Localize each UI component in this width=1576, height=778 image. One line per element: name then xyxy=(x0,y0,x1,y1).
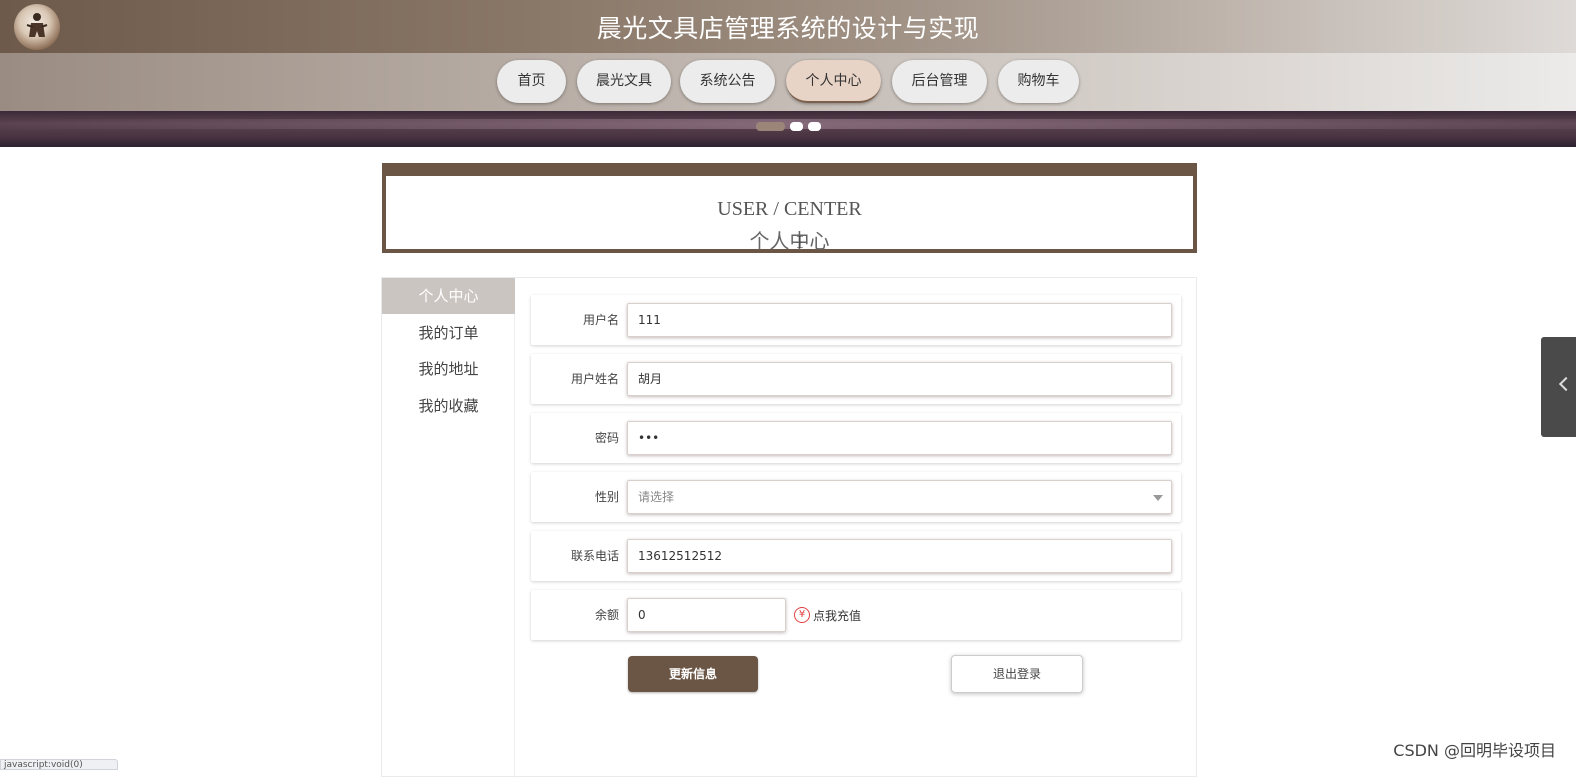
form-row-username: 用户名 111 xyxy=(531,295,1181,345)
carousel-dot-2[interactable] xyxy=(790,122,803,131)
section-title-box: USER / CENTER 个人中心 xyxy=(382,163,1197,253)
carousel-dot-3[interactable] xyxy=(808,122,821,131)
banner-carousel xyxy=(0,111,1576,147)
logout-button[interactable]: 退出登录 xyxy=(951,655,1083,693)
nav-item-products[interactable]: 晨光文具 xyxy=(577,60,671,103)
main-nav: 首页 晨光文具 系统公告 个人中心 后台管理 购物车 xyxy=(0,53,1576,111)
carousel-dot-1[interactable] xyxy=(756,122,785,131)
side-item-my-addresses[interactable]: 我的地址 xyxy=(382,351,515,387)
fullname-label: 用户姓名 xyxy=(570,372,619,386)
form-row-fullname: 用户姓名 胡月 xyxy=(531,354,1181,404)
browser-status-bar: javascript:void(0) xyxy=(0,759,118,770)
yuan-icon: ¥ xyxy=(794,607,810,623)
text-cursor-icon xyxy=(797,236,803,248)
update-info-button[interactable]: 更新信息 xyxy=(628,656,758,692)
banner-decoration xyxy=(0,119,1576,129)
site-title: 晨光文具店管理系统的设计与实现 xyxy=(596,14,980,43)
side-item-my-orders[interactable]: 我的订单 xyxy=(382,315,515,351)
nav-item-announcements[interactable]: 系统公告 xyxy=(680,60,775,103)
balance-label: 余额 xyxy=(594,608,619,622)
section-title-en: USER / CENTER xyxy=(717,198,862,220)
balance-input[interactable]: 0 xyxy=(627,598,786,632)
phone-label: 联系电话 xyxy=(570,549,619,563)
form-row-gender: 性别 请选择 xyxy=(531,472,1181,522)
gender-label: 性别 xyxy=(594,490,619,504)
user-center-panel: 个人中心 我的订单 我的地址 我的收藏 用户名 111 用户姓名 胡月 密码 •… xyxy=(381,277,1197,778)
nav-item-user-center[interactable]: 个人中心 xyxy=(786,60,881,103)
side-item-my-favorites[interactable]: 我的收藏 xyxy=(382,388,515,424)
gender-select-placeholder: 请选择 xyxy=(638,490,675,504)
nav-item-cart[interactable]: 购物车 xyxy=(998,60,1079,103)
section-title-cn: 个人中心 xyxy=(749,231,830,253)
chevron-left-icon xyxy=(1558,376,1574,392)
password-label: 密码 xyxy=(594,431,619,445)
side-item-user-center[interactable]: 个人中心 xyxy=(382,278,515,314)
form-row-phone: 联系电话 13612512512 xyxy=(531,531,1181,581)
recharge-link[interactable]: ¥ 点我充值 xyxy=(794,603,861,627)
site-header: 晨光文具店管理系统的设计与实现 xyxy=(0,0,1576,53)
fullname-input[interactable]: 胡月 xyxy=(627,362,1172,396)
gender-select[interactable]: 请选择 xyxy=(627,480,1172,514)
watermark: CSDN @回明毕设项目 xyxy=(1393,741,1556,760)
username-input[interactable]: 111 xyxy=(627,303,1172,337)
username-label: 用户名 xyxy=(582,313,619,327)
nav-item-admin[interactable]: 后台管理 xyxy=(892,60,987,103)
side-drawer-toggle[interactable] xyxy=(1541,337,1576,437)
side-menu: 个人中心 我的订单 我的地址 我的收藏 xyxy=(382,278,515,778)
form-row-balance: 余额 0 ¥ 点我充值 xyxy=(531,590,1181,640)
chevron-down-icon xyxy=(1153,495,1163,501)
nav-item-home[interactable]: 首页 xyxy=(497,60,566,103)
phone-input[interactable]: 13612512512 xyxy=(627,539,1172,573)
recharge-label: 点我充值 xyxy=(813,608,862,623)
form-row-password: 密码 ••• xyxy=(531,413,1181,463)
password-input[interactable]: ••• xyxy=(627,421,1172,455)
